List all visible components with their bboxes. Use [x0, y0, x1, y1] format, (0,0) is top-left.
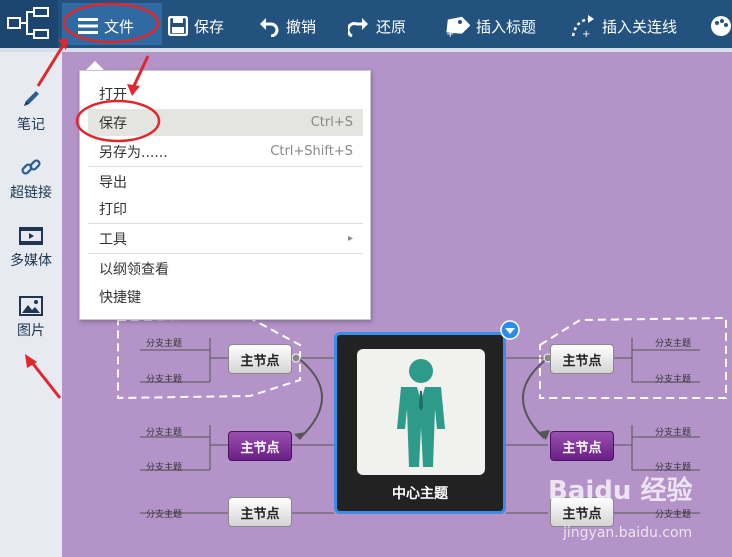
- annotation-overlay: [25, 2, 161, 399]
